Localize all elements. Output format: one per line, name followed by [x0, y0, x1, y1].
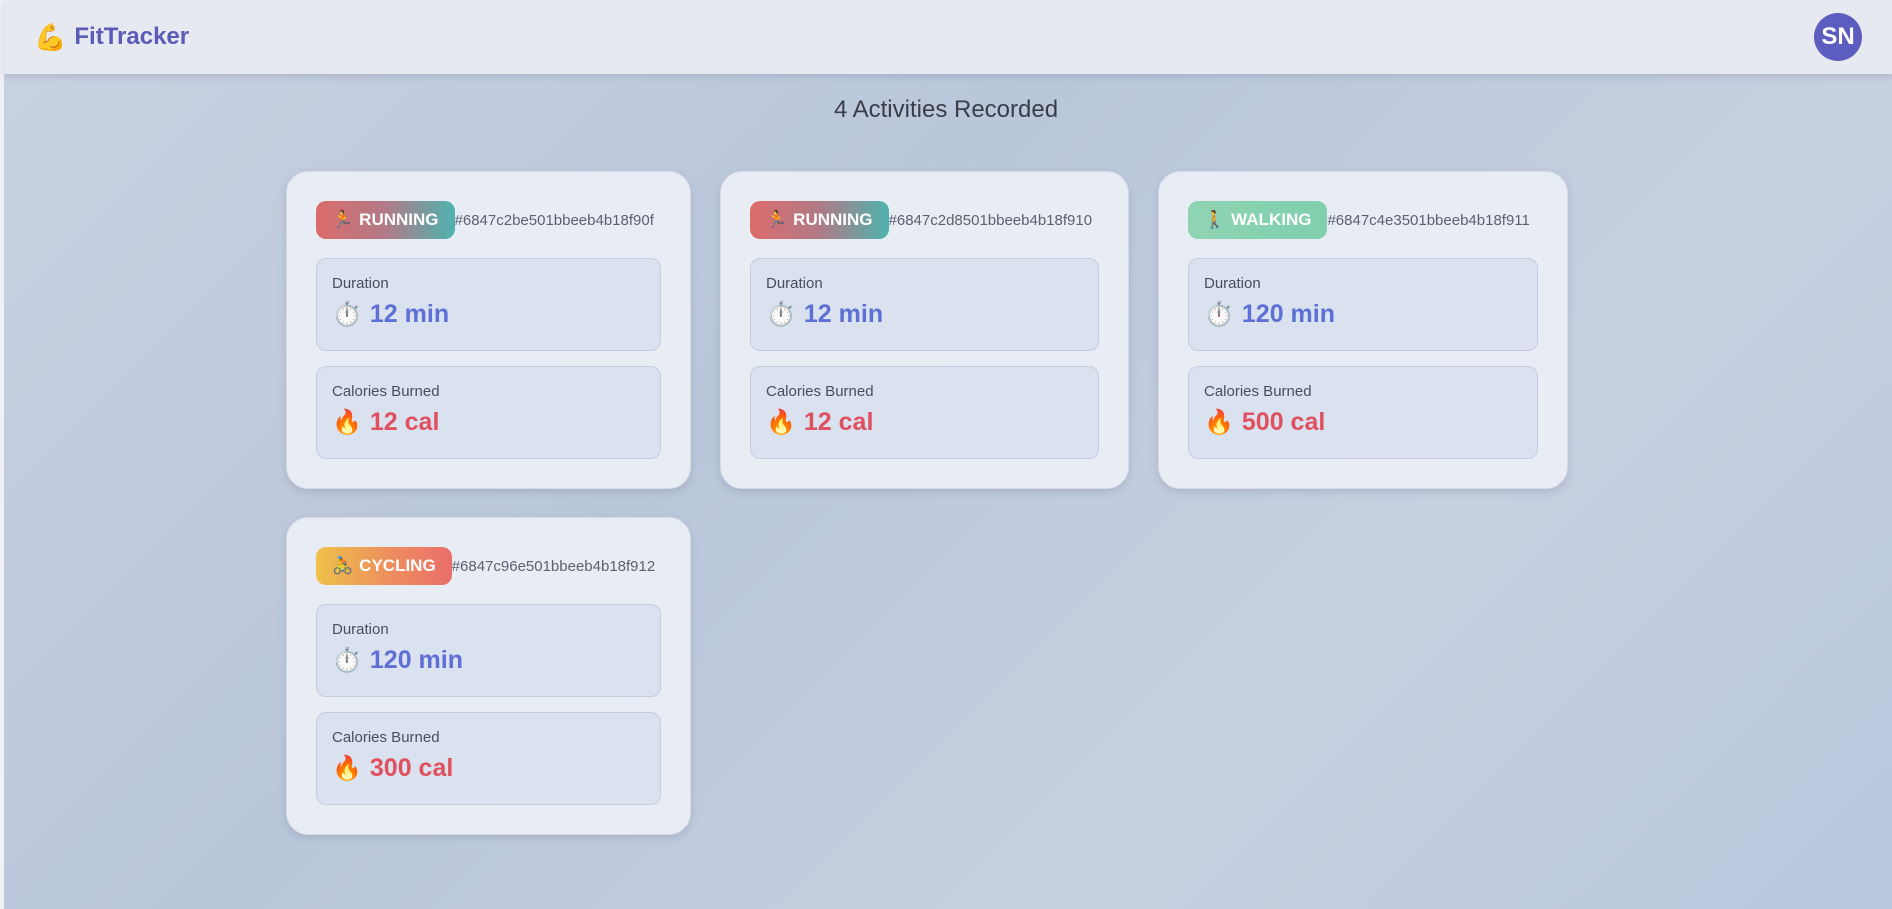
duration-stat: Duration ⏱️ 120 min: [316, 604, 661, 697]
calories-stat: Calories Burned 🔥 12 cal: [316, 366, 661, 459]
duration-label: Duration: [332, 275, 389, 292]
duration-label: Duration: [1204, 275, 1261, 292]
calories-value-row: 🔥 12 cal: [332, 408, 660, 437]
calories-value-row: 🔥 500 cal: [1204, 408, 1537, 437]
calories-stat: Calories Burned 🔥 500 cal: [1188, 366, 1538, 459]
fire-icon: 🔥: [766, 409, 796, 436]
activity-id: #6847c96e501bbeeb4b18f912: [451, 557, 656, 575]
activity-type-badge: 🚶 WALKING: [1188, 201, 1328, 239]
duration-stat: Duration ⏱️ 120 min: [1188, 258, 1538, 351]
duration-value: 120 min: [369, 646, 463, 674]
calories-value: 300 cal: [369, 754, 454, 782]
activity-type-label: CYCLING: [359, 556, 436, 575]
activities-count-heading: 4 Activities Recorded: [833, 96, 1059, 123]
walking-person-icon: 🚶: [1204, 210, 1226, 229]
activity-card-header: 🚴 CYCLING #6847c96e501bbeeb4b18f912: [316, 547, 661, 585]
fire-icon: 🔥: [1204, 409, 1234, 436]
activity-type-label: RUNNING: [793, 210, 873, 229]
duration-stat: Duration ⏱️ 12 min: [750, 258, 1099, 351]
brand-name: FitTracker: [74, 23, 190, 50]
duration-label: Duration: [766, 275, 823, 292]
duration-value-row: ⏱️ 12 min: [766, 300, 1098, 329]
activity-id: #6847c2be501bbeeb4b18f90f: [454, 211, 654, 229]
calories-value-row: 🔥 300 cal: [332, 754, 660, 783]
left-edge-strip: [0, 0, 4, 909]
stopwatch-icon: ⏱️: [766, 301, 796, 328]
activity-type-badge: 🏃 RUNNING: [316, 201, 455, 239]
fire-icon: 🔥: [332, 755, 362, 782]
flexed-bicep-icon: 💪: [34, 22, 67, 52]
duration-value-row: ⏱️ 120 min: [332, 646, 660, 675]
running-person-icon: 🏃: [332, 210, 354, 229]
activity-type-label: RUNNING: [359, 210, 439, 229]
calories-label: Calories Burned: [332, 383, 440, 400]
user-avatar[interactable]: SN: [1814, 13, 1862, 61]
calories-stat: Calories Burned 🔥 300 cal: [316, 712, 661, 805]
calories-label: Calories Burned: [766, 383, 874, 400]
top-navbar: 💪 FitTracker SN: [4, 0, 1892, 74]
bicyclist-icon: 🚴: [332, 556, 354, 575]
stopwatch-icon: ⏱️: [332, 647, 362, 674]
activity-card: 🏃 RUNNING #6847c2be501bbeeb4b18f90f Dura…: [286, 171, 691, 489]
duration-value: 12 min: [369, 300, 450, 328]
calories-value: 12 cal: [803, 408, 874, 436]
stopwatch-icon: ⏱️: [332, 301, 362, 328]
calories-label: Calories Burned: [332, 729, 440, 746]
activity-card: 🏃 RUNNING #6847c2d8501bbeeb4b18f910 Dura…: [720, 171, 1129, 489]
fire-icon: 🔥: [332, 409, 362, 436]
activity-card-header: 🏃 RUNNING #6847c2be501bbeeb4b18f90f: [316, 201, 661, 239]
calories-label: Calories Burned: [1204, 383, 1312, 400]
duration-value-row: ⏱️ 12 min: [332, 300, 660, 329]
activity-id: #6847c4e3501bbeeb4b18f911: [1327, 211, 1530, 229]
activity-card-header: 🚶 WALKING #6847c4e3501bbeeb4b18f911: [1188, 201, 1538, 239]
activity-id: #6847c2d8501bbeeb4b18f910: [888, 211, 1093, 229]
brand-logo-link[interactable]: 💪 FitTracker: [34, 23, 189, 51]
calories-value: 500 cal: [1241, 408, 1326, 436]
duration-stat: Duration ⏱️ 12 min: [316, 258, 661, 351]
duration-label: Duration: [332, 621, 389, 638]
activity-type-label: WALKING: [1231, 210, 1312, 229]
activity-card: 🚴 CYCLING #6847c96e501bbeeb4b18f912 Dura…: [286, 517, 691, 835]
duration-value-row: ⏱️ 120 min: [1204, 300, 1537, 329]
activity-type-badge: 🏃 RUNNING: [750, 201, 889, 239]
activity-card-header: 🏃 RUNNING #6847c2d8501bbeeb4b18f910: [750, 201, 1099, 239]
activity-card: 🚶 WALKING #6847c4e3501bbeeb4b18f911 Dura…: [1158, 171, 1568, 489]
activity-type-badge: 🚴 CYCLING: [316, 547, 452, 585]
calories-value: 12 cal: [369, 408, 440, 436]
stopwatch-icon: ⏱️: [1204, 301, 1234, 328]
calories-value-row: 🔥 12 cal: [766, 408, 1098, 437]
duration-value: 12 min: [803, 300, 884, 328]
running-person-icon: 🏃: [766, 210, 788, 229]
duration-value: 120 min: [1241, 300, 1335, 328]
calories-stat: Calories Burned 🔥 12 cal: [750, 366, 1099, 459]
